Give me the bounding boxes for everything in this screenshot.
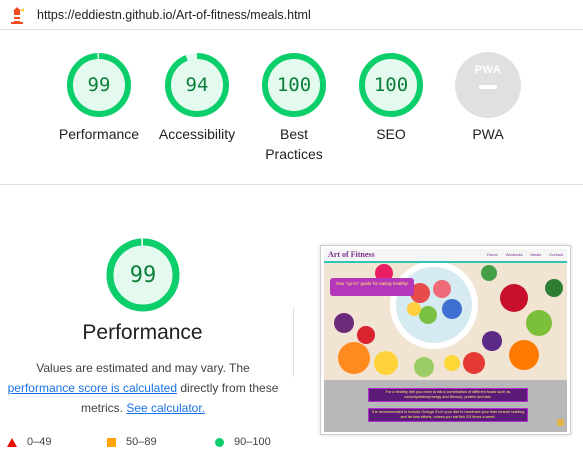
- best-practices-gauge[interactable]: 100: [261, 52, 327, 118]
- site-nav-link: Home: [487, 252, 498, 257]
- gauge-label-pwa: PWA: [472, 126, 504, 142]
- pwa-badge-icon[interactable]: PWA: [455, 52, 521, 118]
- triangle-icon: [7, 437, 17, 447]
- pwa-badge-text: PWA: [474, 64, 502, 76]
- gauge-score: 99: [129, 262, 157, 288]
- gauge-label-performance: Performance: [58, 126, 140, 142]
- gauge-score: 100: [276, 74, 312, 96]
- food-hero-image: Your "go-to" guide for eating healthy!: [324, 263, 567, 380]
- legend-range: 50–89: [126, 436, 157, 448]
- final-screenshot-thumbnail[interactable]: Art of Fitness Home Workouts Meals Conta…: [320, 245, 571, 435]
- site-content-area: For a healthy diet you need to eat a com…: [324, 380, 567, 432]
- performance-score-gauge: 99: [105, 237, 181, 313]
- legend-range: 0–49: [27, 436, 52, 448]
- desc-text: Values are estimated and may vary. The: [36, 361, 250, 375]
- label-line: Best: [279, 126, 308, 142]
- legend-range: 90–100: [234, 436, 271, 448]
- gauge-label-best-practices: Best Practices: [244, 124, 344, 164]
- score-calculation-link[interactable]: performance score is calculated: [8, 381, 177, 395]
- legend-fail: 0–49: [7, 435, 51, 449]
- legend-average: 50–89: [107, 435, 157, 449]
- desc-text: metrics.: [80, 401, 127, 415]
- vertical-divider: [293, 307, 294, 377]
- circle-icon: [215, 437, 224, 447]
- desc-text: directly from these: [177, 381, 279, 395]
- performance-gauge[interactable]: 99: [66, 52, 132, 118]
- section-divider: [0, 184, 583, 185]
- site-nav-link: Meals: [530, 252, 542, 257]
- site-nav-link: Contact: [549, 252, 563, 257]
- url-bar: https://eddiestn.github.io/Art-of-fitnes…: [0, 0, 583, 30]
- scroll-top-icon: [557, 419, 564, 426]
- site-info-box: It is recommended to include Omega 3's i…: [368, 408, 528, 422]
- site-info-box: For a healthy diet you need to eat a com…: [368, 388, 528, 402]
- site-navbar: Art of Fitness Home Workouts Meals Conta…: [324, 249, 567, 263]
- seo-gauge[interactable]: 100: [358, 52, 424, 118]
- performance-description: Values are estimated and may vary. The p…: [0, 358, 286, 418]
- site-brand: Art of Fitness: [328, 250, 375, 259]
- performance-title: Performance: [82, 321, 203, 344]
- gauge-label-accessibility: Accessibility: [158, 126, 236, 142]
- gauge-label-seo: SEO: [376, 126, 406, 142]
- page-url[interactable]: https://eddiestn.github.io/Art-of-fitnes…: [37, 8, 311, 22]
- site-nav-link: Workouts: [505, 252, 523, 257]
- gauge-score: 94: [185, 74, 209, 96]
- label-line: Practices: [265, 146, 323, 162]
- legend-pass: 90–100: [215, 435, 271, 449]
- pwa-dash: [479, 85, 497, 89]
- gauge-score: 100: [373, 74, 409, 96]
- square-icon: [107, 437, 116, 447]
- lighthouse-icon: [11, 7, 24, 24]
- gauge-score: 99: [87, 74, 111, 96]
- site-nav-links: Home Workouts Meals Contact: [487, 252, 563, 257]
- site-hero-title: Your "go-to" guide for eating healthy!: [330, 278, 414, 296]
- accessibility-gauge[interactable]: 94: [164, 52, 230, 118]
- see-calculator-link[interactable]: See calculator.: [126, 401, 205, 415]
